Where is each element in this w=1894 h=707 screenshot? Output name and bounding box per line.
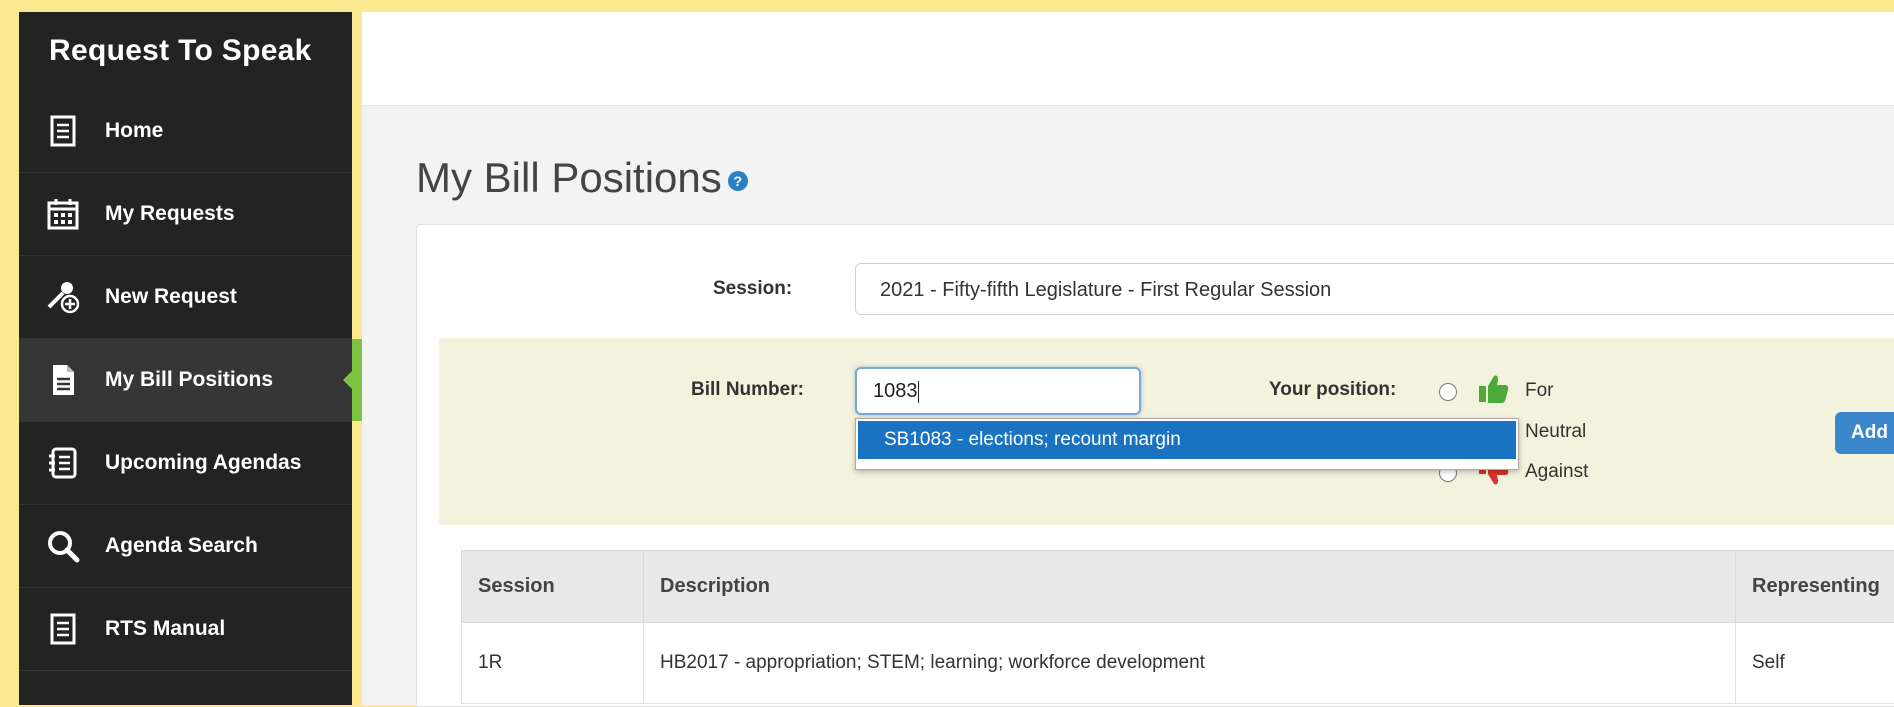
column-header-description[interactable]: Description <box>644 551 1736 623</box>
cell-representing: Self <box>1736 623 1894 704</box>
column-header-representing[interactable]: Representing <box>1736 551 1894 623</box>
sidebar-item-label: My Bill Positions <box>105 368 273 392</box>
position-for-label: For <box>1525 380 1554 402</box>
sidebar-item-label: Upcoming Agendas <box>105 451 301 475</box>
sidebar-item-my-requests[interactable]: My Requests <box>19 173 352 256</box>
table-header-row: Session Description Representing <box>462 551 1894 623</box>
bill-positions-panel: Session: 2021 - Fifty-fifth Legislature … <box>416 224 1894 707</box>
app-title: Request To Speak <box>19 12 352 90</box>
calendar-icon <box>43 194 83 234</box>
your-position-label: Your position: <box>1269 379 1396 401</box>
agenda-icon <box>43 443 83 483</box>
bill-number-label: Bill Number: <box>691 379 804 401</box>
sidebar-item-new-request[interactable]: New Request <box>19 256 352 339</box>
cell-session: 1R <box>462 623 644 704</box>
add-button[interactable]: Add <box>1835 412 1894 454</box>
sidebar-item-upcoming-agendas[interactable]: Upcoming Agendas <box>19 422 352 505</box>
sidebar-item-label: New Request <box>105 285 237 309</box>
table-row[interactable]: 1R HB2017 - appropriation; STEM; learnin… <box>462 623 1894 704</box>
position-neutral-label: Neutral <box>1525 421 1586 443</box>
home-icon <box>43 111 83 151</box>
sidebar-item-agenda-search[interactable]: Agenda Search <box>19 505 352 588</box>
new-request-icon <box>43 277 83 317</box>
sidebar-item-label: Agenda Search <box>105 534 258 558</box>
thumbs-up-icon <box>1477 372 1511 406</box>
main-content: My Bill Positions? Session: 2021 - Fifty… <box>362 106 1894 705</box>
help-icon[interactable]: ? <box>728 171 748 191</box>
cell-description: HB2017 - appropriation; STEM; learning; … <box>644 623 1736 704</box>
top-bar <box>362 12 1894 106</box>
document-icon <box>43 360 83 400</box>
sidebar: Request To Speak Home My Requests New Re… <box>19 12 352 705</box>
sidebar-item-rts-manual[interactable]: RTS Manual <box>19 588 352 671</box>
bill-entry-area: Bill Number: 1083 Your position: For Neu… <box>439 338 1894 525</box>
search-icon <box>43 526 83 566</box>
bill-number-value: 1083 <box>873 380 918 402</box>
page-title-text: My Bill Positions <box>416 154 722 201</box>
sidebar-item-my-bill-positions[interactable]: My Bill Positions <box>19 339 352 422</box>
session-select[interactable]: 2021 - Fifty-fifth Legislature - First R… <box>855 263 1894 315</box>
position-against-label: Against <box>1525 461 1588 483</box>
autocomplete-dropdown: SB1083 - elections; recount margin <box>855 418 1519 470</box>
bill-positions-table: Session Description Representing 1R HB20… <box>461 550 1894 704</box>
page-title: My Bill Positions? <box>416 154 748 202</box>
manual-icon <box>43 609 83 649</box>
column-header-session[interactable]: Session <box>462 551 644 623</box>
position-for-radio[interactable] <box>1439 383 1457 401</box>
bill-number-input[interactable]: 1083 <box>855 367 1141 415</box>
sidebar-item-label: RTS Manual <box>105 617 225 641</box>
autocomplete-option[interactable]: SB1083 - elections; recount margin <box>858 421 1516 459</box>
sidebar-item-label: My Requests <box>105 202 235 226</box>
session-label: Session: <box>713 278 792 300</box>
sidebar-item-label: Home <box>105 119 163 143</box>
sidebar-item-home[interactable]: Home <box>19 90 352 173</box>
